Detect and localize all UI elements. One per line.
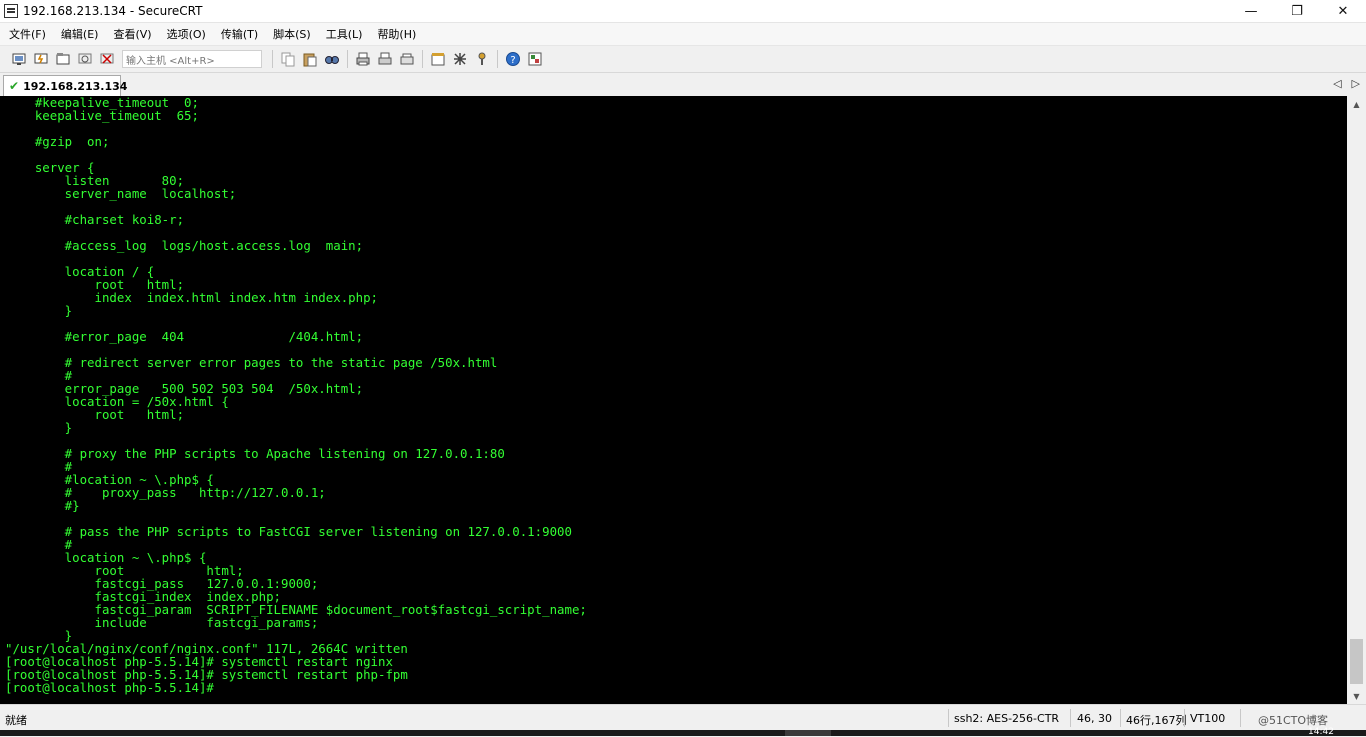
terminal-line: # proxy_pass http://127.0.0.1; (5, 485, 326, 500)
global-options-icon[interactable] (452, 51, 468, 67)
tab-scroll-right-icon[interactable]: ▷ (1352, 77, 1360, 90)
reconnect-icon[interactable] (77, 51, 93, 67)
scrollbar-thumb[interactable] (1350, 639, 1363, 684)
window-title: 192.168.213.134 - SecureCRT (23, 4, 203, 18)
tab-navigation: ◁ ▷ (1333, 77, 1360, 90)
securecrt-app-icon[interactable] (4, 4, 18, 18)
close-button[interactable]: ✕ (1320, 0, 1366, 22)
terminal-area[interactable]: #keepalive_timeout 0; keepalive_timeout … (0, 96, 1347, 704)
tab-session[interactable]: ✔ 192.168.213.134 (3, 75, 127, 96)
menu-bar: 文件(F) 编辑(E) 查看(V) 选项(O) 传输(T) 脚本(S) 工具(L… (0, 23, 1366, 46)
terminal-line: # pass the PHP scripts to FastCGI server… (5, 524, 572, 539)
minimize-button[interactable]: — (1228, 0, 1274, 22)
print-selection-icon[interactable] (377, 51, 393, 67)
paste-icon[interactable] (302, 51, 318, 67)
terminal-line: index index.html index.htm index.php; (5, 290, 378, 305)
terminal-line: # proxy the PHP scripts to Apache listen… (5, 446, 505, 461)
tab-session-label: 192.168.213.134 (23, 79, 128, 93)
terminal-line: #keepalive_timeout 0; (5, 96, 199, 110)
toolbar: 输入主机 <Alt+R> ? (0, 46, 1366, 73)
disconnect-icon[interactable] (99, 51, 115, 67)
status-terminal-size: 46行,167列 (1126, 714, 1187, 727)
status-cursor-position: 46, 30 (1077, 712, 1112, 725)
scroll-down-icon[interactable]: ▼ (1347, 688, 1366, 704)
terminal-line: server_name localhost; (5, 186, 237, 201)
help-icon[interactable]: ? (505, 51, 521, 67)
taskbar-active-app[interactable] (785, 730, 831, 736)
watermark: @51CTO博客 (1258, 714, 1329, 727)
terminal-line: #} (5, 498, 80, 513)
title-bar: 192.168.213.134 - SecureCRT — ❐ ✕ (0, 0, 1366, 23)
terminal-line: [root@localhost php-5.5.14]# (5, 680, 222, 695)
find-icon[interactable] (324, 51, 340, 67)
toolbar-separator (347, 50, 348, 68)
quick-connect-input[interactable]: 输入主机 <Alt+R> (122, 50, 262, 68)
session-tab-bar: ✔ 192.168.213.134 ◁ ▷ (0, 73, 1366, 97)
menu-transfer[interactable]: 传输(T) (215, 26, 264, 42)
menu-edit[interactable]: 编辑(E) (55, 26, 105, 42)
menu-help[interactable]: 帮助(H) (371, 26, 422, 42)
terminal-line: } (5, 303, 73, 318)
sftp-icon[interactable] (527, 51, 543, 67)
print-icon[interactable] (355, 51, 371, 67)
terminal-line: #access_log logs/host.access.log main; (5, 238, 364, 253)
terminal-line: location = /50x.html { (5, 394, 229, 409)
menu-script[interactable]: 脚本(S) (267, 26, 317, 42)
status-emulation: VT100 (1190, 712, 1226, 725)
status-encryption: ssh2: AES-256-CTR (954, 712, 1060, 725)
toolbar-separator (497, 50, 498, 68)
menu-tools[interactable]: 工具(L) (320, 26, 369, 42)
terminal-line: server { (5, 160, 95, 175)
scroll-up-icon[interactable]: ▲ (1347, 96, 1366, 112)
terminal-line: } (5, 420, 73, 435)
terminal-scrollbar[interactable]: ▲ ▼ (1347, 96, 1366, 704)
svg-text:?: ? (510, 55, 515, 66)
connected-check-icon: ✔ (9, 79, 20, 93)
tab-scroll-left-icon[interactable]: ◁ (1333, 77, 1341, 90)
status-bar: 就绪 ssh2: AES-256-CTR 46, 30 46行,167列 VT1… (0, 704, 1366, 731)
terminal-line: #charset koi8-r; (5, 212, 185, 227)
terminal-line: location / { (5, 264, 155, 279)
keymap-icon[interactable] (474, 51, 490, 67)
terminal-line: keepalive_timeout 65; (5, 108, 199, 123)
taskbar: 14:42 (0, 727, 1366, 737)
terminal-line: #error_page 404 /404.html; (5, 329, 364, 344)
quick-connect-icon[interactable] (33, 51, 49, 67)
terminal-line: # redirect server error pages to the sta… (5, 355, 498, 370)
print-setup-icon[interactable] (399, 51, 415, 67)
terminal-line: #gzip on; (5, 134, 110, 149)
connect-tab-icon[interactable] (55, 51, 71, 67)
status-ready-text: 就绪 (5, 714, 27, 727)
window-controls: — ❐ ✕ (1228, 0, 1366, 22)
terminal-line: root html; (5, 407, 185, 422)
toolbar-separator (422, 50, 423, 68)
maximize-button[interactable]: ❐ (1274, 0, 1320, 22)
toolbar-separator (272, 50, 273, 68)
menu-view[interactable]: 查看(V) (107, 26, 157, 42)
terminal-line: include fastcgi_params; (5, 615, 319, 630)
menu-options[interactable]: 选项(O) (161, 26, 212, 42)
copy-icon[interactable] (280, 51, 296, 67)
session-options-icon[interactable] (430, 51, 446, 67)
connect-icon[interactable] (11, 51, 27, 67)
menu-file[interactable]: 文件(F) (3, 26, 52, 42)
